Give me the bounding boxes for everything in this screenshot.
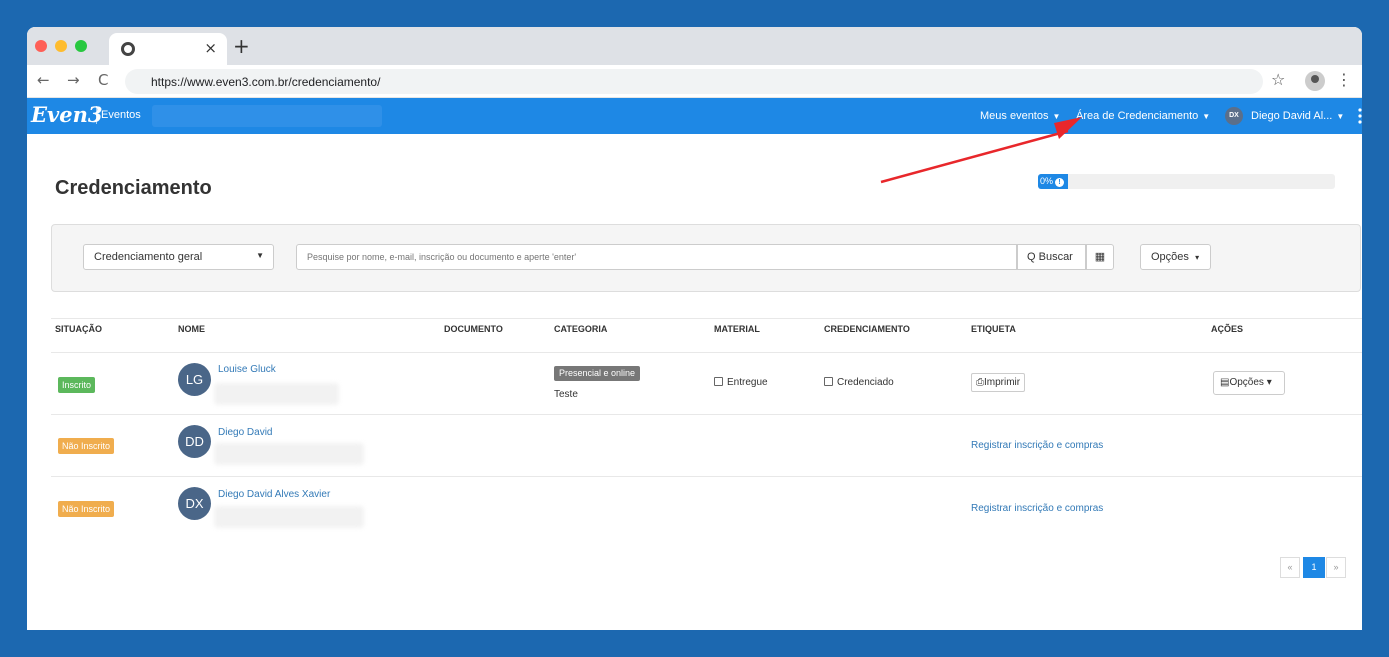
search-input[interactable] (296, 244, 1017, 270)
profile-icon[interactable] (1305, 71, 1325, 91)
select-value: Credenciamento geral (94, 251, 203, 263)
header-categoria: CATEGORIA (554, 324, 608, 334)
blurred-email (214, 383, 339, 405)
chevron-down-icon: ▼ (256, 251, 264, 260)
tab-strip: × + (27, 27, 1362, 65)
chevron-down-icon: ▼ (1336, 112, 1345, 121)
browser-toolbar: ← → C https://www.even3.com.br/credencia… (27, 65, 1362, 98)
nav-area-credenciamento-label: Área de Credenciamento (1076, 110, 1199, 122)
forward-icon[interactable]: → (67, 71, 80, 89)
nav-user-name: Diego David Al... (1251, 110, 1333, 122)
nav-meus-eventos[interactable]: Meus eventos ▼ (980, 110, 1060, 122)
blurred-email (214, 443, 364, 465)
pagination-next[interactable]: » (1326, 557, 1346, 578)
attendee-name[interactable]: Diego David (218, 427, 272, 438)
header-material: MATERIAL (714, 324, 760, 334)
status-badge: Inscrito (58, 377, 96, 393)
browser-menu-icon[interactable]: ⋮ (1336, 70, 1352, 89)
blurred-email (214, 506, 364, 528)
qr-code-icon: ▦ (1094, 251, 1106, 263)
divider (51, 414, 1362, 415)
attendee-name[interactable]: Diego David Alves Xavier (218, 489, 330, 500)
credential-type-select[interactable]: Credenciamento geral ▼ (83, 244, 274, 270)
register-link[interactable]: Registrar inscrição e compras (971, 440, 1103, 451)
more-vertical-icon[interactable] (1358, 106, 1362, 126)
divider (51, 352, 1362, 353)
avatar: DX (178, 487, 211, 520)
row-options-label: Opções (1229, 377, 1264, 388)
credential-label: Credenciado (837, 377, 894, 388)
options-button-label: Opções (1151, 251, 1189, 263)
progress-bar: 0%! (1038, 174, 1335, 189)
info-icon[interactable]: ! (1055, 178, 1065, 187)
page-title: Credenciamento (55, 177, 212, 199)
search-button[interactable]: Q Buscar (1017, 244, 1086, 270)
header-situacao: SITUAÇÃO (55, 324, 102, 334)
status-badge: Não Inscrito (58, 438, 115, 454)
category-text: Teste (554, 389, 578, 400)
logo-divider (96, 106, 97, 124)
close-window-button[interactable] (35, 40, 47, 52)
address-bar[interactable]: https://www.even3.com.br/credenciamento/ (125, 69, 1263, 94)
app-navbar: Even3 Eventos Meus eventos ▼ Área de Cred… (27, 98, 1362, 134)
header-etiqueta: ETIQUETA (971, 324, 1016, 334)
browser-tab[interactable]: × (109, 33, 227, 65)
browser-window: × + ← → C https://www.even3.com.br/crede… (27, 27, 1362, 630)
divider (51, 318, 1362, 319)
chevron-down-icon: ▾ (1192, 253, 1200, 262)
printer-icon: ⎙ (976, 377, 984, 388)
category-badge: Presencial e online (554, 366, 641, 381)
maximize-window-button[interactable] (75, 40, 87, 52)
progress-label: 0% (1040, 176, 1054, 186)
progress-fill: 0%! (1038, 174, 1068, 189)
checkbox-icon (824, 377, 833, 386)
status-badge: Não Inscrito (58, 501, 115, 517)
tab-close-icon[interactable]: × (204, 39, 217, 57)
qr-code-button[interactable]: ▦ (1086, 244, 1114, 270)
chevron-down-icon: ▼ (1052, 112, 1061, 121)
options-button[interactable]: Opções ▾ (1140, 244, 1211, 270)
nav-area-credenciamento[interactable]: Área de Credenciamento ▼ (1076, 110, 1210, 122)
credential-checkbox[interactable]: Credenciado (824, 377, 894, 388)
pagination-prev[interactable]: « (1280, 557, 1300, 578)
even3-logo[interactable]: Even3 (31, 102, 102, 127)
header-credenciamento: CREDENCIAMENTO (824, 324, 910, 334)
nav-meus-eventos-label: Meus eventos (980, 110, 1049, 122)
bookmark-star-icon[interactable]: ☆ (1271, 70, 1285, 89)
header-documento: DOCUMENTO (444, 324, 503, 334)
chrome-icon (121, 42, 135, 56)
blurred-event-title (152, 105, 382, 127)
header-acoes: AÇÕES (1211, 324, 1244, 334)
register-link[interactable]: Registrar inscrição e compras (971, 503, 1103, 514)
user-avatar[interactable]: DX (1225, 107, 1243, 125)
material-checkbox[interactable]: Entregue (714, 377, 768, 388)
filter-panel: Credenciamento geral ▼ Q Buscar ▦ Opções… (51, 224, 1361, 292)
nav-user-menu[interactable]: Diego David Al... ▼ (1251, 110, 1344, 122)
attendee-name[interactable]: Louise Gluck (218, 364, 276, 375)
print-button[interactable]: ⎙Imprimir (971, 373, 1026, 392)
checkbox-icon (714, 377, 723, 386)
chevron-down-icon: ▾ (1263, 377, 1272, 388)
reload-icon[interactable]: C (98, 71, 108, 89)
avatar: LG (178, 363, 211, 396)
print-label: Imprimir (984, 377, 1021, 388)
nav-section-label[interactable]: Eventos (101, 109, 141, 121)
new-tab-button[interactable]: + (233, 34, 250, 58)
chevron-down-icon: ▼ (1202, 112, 1211, 121)
avatar: DD (178, 425, 211, 458)
back-icon[interactable]: ← (37, 71, 50, 89)
header-nome: NOME (178, 324, 205, 334)
pagination-page-1[interactable]: 1 (1303, 557, 1325, 578)
material-label: Entregue (727, 377, 768, 388)
divider (51, 476, 1362, 477)
minimize-window-button[interactable] (55, 40, 67, 52)
row-options-button[interactable]: ▤Opções ▾ (1213, 371, 1285, 395)
